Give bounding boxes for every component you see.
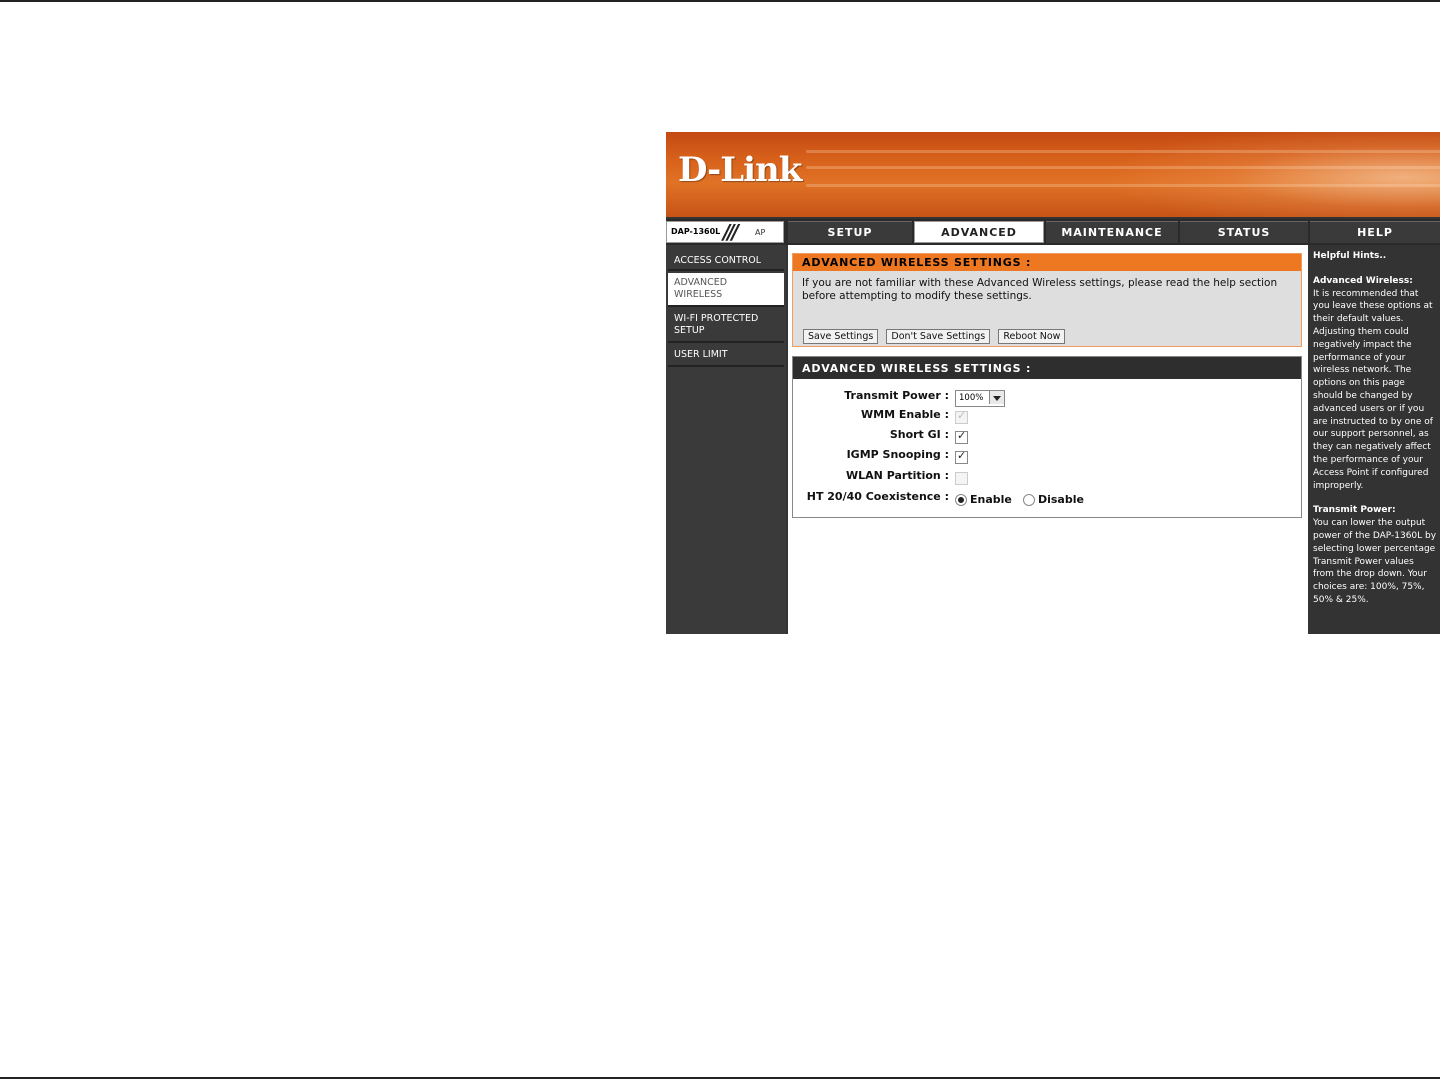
action-buttons: Save Settings Don't Save Settings Reboot… — [803, 324, 1068, 344]
wlan-partition-checkbox[interactable] — [955, 472, 968, 485]
wlan-partition-row: WLAN Partition : — [793, 467, 1293, 485]
sidebar-item-advanced-wireless[interactable]: ADVANCED WIRELESS — [668, 273, 784, 307]
help-title: Helpful Hints.. — [1313, 251, 1387, 261]
wmm-label: WMM Enable : — [861, 408, 949, 421]
save-settings-button[interactable]: Save Settings — [803, 329, 879, 344]
transmit-power-value: 100% — [959, 393, 984, 403]
dont-save-settings-button[interactable]: Don't Save Settings — [886, 329, 991, 344]
wmm-row: WMM Enable : ✓ — [793, 406, 1293, 424]
help-section-transmit-power: Transmit Power: You can lower the output… — [1313, 504, 1437, 606]
checkmark-icon: ✓ — [957, 449, 967, 462]
wlan-partition-label: WLAN Partition : — [846, 469, 949, 482]
mode-label: AP — [755, 228, 766, 237]
banner-swoosh — [1100, 132, 1440, 217]
ht-enable-label: Enable — [970, 493, 1012, 506]
checkmark-icon: ✓ — [957, 409, 967, 422]
short-gi-checkbox[interactable]: ✓ — [955, 429, 968, 444]
short-gi-row: Short GI : ✓ — [793, 426, 1293, 444]
slash-divider-icon: /// — [723, 220, 739, 244]
help-heading: Advanced Wireless: — [1313, 275, 1413, 286]
igmp-snooping-row: IGMP Snooping : ✓ — [793, 446, 1293, 464]
tab-maintenance[interactable]: MAINTENANCE — [1046, 221, 1178, 243]
igmp-snooping-label: IGMP Snooping : — [846, 448, 949, 461]
help-panel: Helpful Hints.. Advanced Wireless: It is… — [1310, 245, 1440, 634]
help-text: You can lower the output power of the DA… — [1313, 518, 1437, 605]
transmit-power-row: Transmit Power : 100% — [793, 387, 1293, 407]
bottom-rule — [0, 1077, 1440, 1079]
igmp-snooping-checkbox[interactable]: ✓ — [955, 449, 968, 464]
tab-help[interactable]: HELP — [1310, 221, 1440, 243]
notice-text: If you are not familiar with these Advan… — [802, 277, 1278, 302]
reboot-now-button[interactable]: Reboot Now — [998, 329, 1066, 344]
chevron-down-icon — [989, 391, 1004, 404]
ht-disable-label: Disable — [1037, 493, 1084, 506]
sidebar-item-access-control[interactable]: ACCESS CONTROL — [668, 251, 784, 271]
tab-setup[interactable]: SETUP — [788, 221, 912, 243]
help-section-advanced-wireless: Advanced Wireless: It is recommended tha… — [1313, 275, 1437, 493]
ht-enable-radio[interactable] — [955, 493, 967, 506]
short-gi-label: Short GI : — [889, 428, 949, 441]
main-content: ADVANCED WIRELESS SETTINGS : If you are … — [788, 245, 1308, 634]
sidebar-item-wifi-protected-setup[interactable]: WI-FI PROTECTED SETUP — [668, 309, 784, 343]
ht-coexistence-label: HT 20/40 Coexistence : — [806, 490, 949, 503]
notice-title: ADVANCED WIRELESS SETTINGS : — [793, 254, 1301, 271]
transmit-power-label: Transmit Power : — [844, 389, 949, 402]
top-rule — [0, 0, 1440, 2]
settings-panel: ADVANCED WIRELESS SETTINGS : Transmit Po… — [792, 356, 1302, 518]
settings-title: ADVANCED WIRELESS SETTINGS : — [793, 357, 1301, 379]
dlink-logo: D-Link — [678, 150, 802, 190]
model-badge: DAP-1360L /// AP — [666, 220, 784, 244]
help-heading: Transmit Power: — [1313, 505, 1396, 516]
router-admin-window: D-Link DAP-1360L /// AP SETUP ADVANCED M… — [666, 132, 1440, 634]
wmm-checkbox[interactable]: ✓ — [955, 409, 968, 424]
ht-coexistence-row: HT 20/40 Coexistence : Enable Disable — [793, 488, 1293, 506]
help-text: It is recommended that you leave these o… — [1313, 288, 1433, 491]
notice-panel: ADVANCED WIRELESS SETTINGS : If you are … — [792, 253, 1302, 347]
model-name: DAP-1360L — [671, 227, 721, 236]
tab-advanced[interactable]: ADVANCED — [914, 221, 1044, 243]
main-tabs: DAP-1360L /// AP SETUP ADVANCED MAINTENA… — [666, 219, 1440, 245]
checkmark-icon: ✓ — [957, 429, 967, 442]
sidebar: ACCESS CONTROL ADVANCED WIRELESS WI-FI P… — [666, 245, 786, 634]
transmit-power-select[interactable]: 100% — [955, 390, 1005, 407]
sidebar-item-user-limit[interactable]: USER LIMIT — [668, 345, 784, 367]
header-banner: D-Link — [666, 132, 1440, 217]
ht-disable-radio[interactable] — [1022, 493, 1035, 506]
tab-status[interactable]: STATUS — [1180, 221, 1308, 243]
